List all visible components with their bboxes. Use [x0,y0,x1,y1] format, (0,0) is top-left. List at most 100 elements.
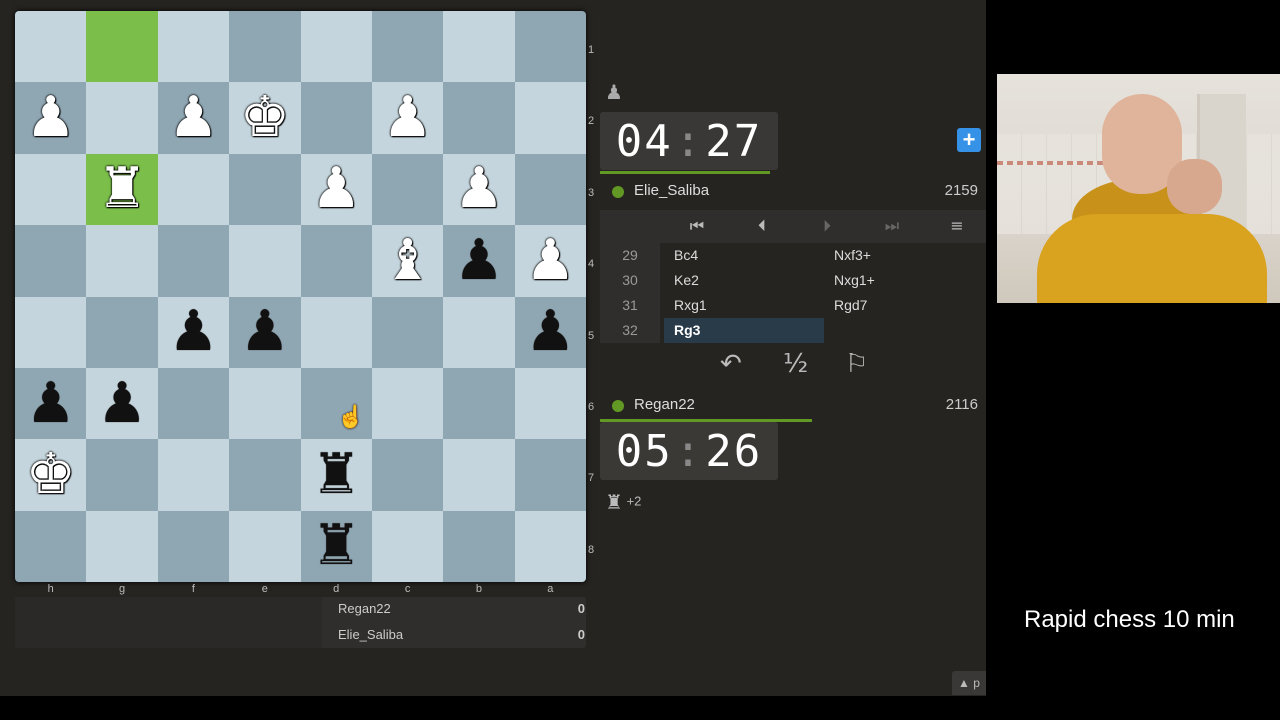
white-rook-g3[interactable]: ♜ [86,154,157,225]
square-c5[interactable] [371,296,444,368]
square-g1[interactable] [86,11,158,83]
black-pawn-b4[interactable]: ♟ [443,225,514,296]
black-pawn-h6[interactable]: ♟ [15,368,86,439]
square-g7[interactable] [86,439,158,511]
square-e1[interactable] [229,11,301,83]
takeback-icon[interactable]: ↶ [720,349,742,379]
square-a7[interactable] [514,439,586,511]
square-f6[interactable] [157,367,230,440]
crosstable-row: Elie_Saliba 0 [338,627,593,642]
square-g2[interactable] [86,82,158,154]
white-pawn-f2[interactable]: ♟ [158,82,229,153]
white-pawn-c2[interactable]: ♟ [372,82,443,153]
crosstable-player-name[interactable]: Elie_Saliba [338,627,403,642]
black-pawn-g6[interactable]: ♟ [86,368,157,439]
square-e7[interactable] [229,439,301,511]
square-h1[interactable] [15,11,87,83]
square-d4[interactable] [300,225,372,297]
next-move-icon[interactable]: ⏵ [812,216,842,236]
square-e6[interactable] [229,367,301,440]
square-d2[interactable] [300,82,372,154]
collapse-button[interactable]: ▲ p [952,671,986,695]
black-rook-d8[interactable]: ♜ [301,511,372,582]
square-h8[interactable] [15,510,87,582]
white-bishop-c4[interactable]: ♝ [372,225,443,296]
white-move[interactable]: Ke2 [664,268,824,293]
square-c6[interactable] [371,367,444,440]
square-a6[interactable] [514,367,586,440]
square-g5[interactable] [86,296,158,368]
crosstable-player-name[interactable]: Regan22 [338,601,391,616]
square-d5[interactable] [300,296,372,368]
online-status-icon [612,400,624,412]
rank-label: 3 [588,186,595,199]
square-c1[interactable] [371,11,444,83]
square-f8[interactable] [157,510,230,582]
black-pawn-f5[interactable]: ♟ [158,297,229,368]
white-king-h7[interactable]: ♚ [15,439,86,510]
square-f1[interactable] [157,11,230,83]
black-move[interactable]: Nxf3+ [824,243,984,268]
prev-move-icon[interactable]: ⏴ [747,216,777,236]
white-king-e2[interactable]: ♚ [229,82,300,153]
square-e3[interactable] [229,153,301,226]
file-label: b [475,583,482,595]
square-b5[interactable] [443,296,515,368]
square-h5[interactable] [15,296,87,368]
menu-icon[interactable]: ≡ [942,216,972,235]
white-move[interactable]: Bc4 [664,243,824,268]
square-a1[interactable] [514,11,586,83]
file-label: c [404,583,411,595]
square-b2[interactable] [443,82,515,154]
offer-draw-button[interactable]: ½ [783,349,808,379]
move-row: 31 Rxg1 Rgd7 [600,293,986,318]
black-pawn-e5[interactable]: ♟ [229,297,300,368]
black-pawn-a5[interactable]: ♟ [515,297,586,368]
square-b8[interactable] [443,510,515,582]
top-player: Elie_Saliba 2159 [600,178,986,204]
square-f7[interactable] [157,439,230,511]
bottom-player: Regan22 2116 [600,392,986,418]
white-pawn-d3[interactable]: ♟ [301,154,372,225]
square-b6[interactable] [443,367,515,440]
square-g8[interactable] [86,510,158,582]
white-move[interactable]: Rxg1 [664,293,824,318]
black-move[interactable] [824,318,984,343]
first-move-icon[interactable]: ⏮ [682,216,712,236]
square-c7[interactable] [371,439,444,511]
white-move-current[interactable]: Rg3 [664,318,824,343]
black-move[interactable]: Rgd7 [824,293,984,318]
white-pawn-b3[interactable]: ♟ [443,154,514,225]
square-h3[interactable] [15,153,87,226]
white-pawn-h2[interactable]: ♟ [15,82,86,153]
square-a2[interactable] [514,82,586,154]
rank-label: 8 [588,543,595,556]
square-a8[interactable] [514,510,586,582]
hand-cursor-icon: ☝ [337,404,365,429]
crosstable-score: 0 [577,627,585,642]
rank-label: 2 [588,115,595,128]
square-a3[interactable] [514,153,586,226]
square-g4[interactable] [86,225,158,297]
square-f4[interactable] [157,225,230,297]
game-controls: ↶ ½ ⚐ [600,345,986,385]
square-d1[interactable] [300,11,372,83]
add-time-button[interactable]: + [957,128,981,152]
square-c8[interactable] [371,510,444,582]
chess-board[interactable]: ♟ ♟ ♚ ♟ ♜ ♟ ♟ ♝ ♟ ♟ ♟ ♟ ♟ ♟ ♟ ♚ ♜ ♜ [15,11,586,582]
square-f3[interactable] [157,153,230,226]
file-label: g [119,583,126,595]
square-h4[interactable] [15,225,87,297]
black-move[interactable]: Nxg1+ [824,268,984,293]
top-player-name[interactable]: Elie_Saliba [634,182,709,199]
resign-flag-icon[interactable]: ⚐ [845,349,868,379]
white-pawn-a4[interactable]: ♟ [515,225,586,296]
square-e8[interactable] [229,510,301,582]
square-e4[interactable] [229,225,301,297]
bottom-player-name[interactable]: Regan22 [634,396,695,413]
square-c3[interactable] [371,153,444,226]
last-move-icon[interactable]: ⏭ [877,216,907,236]
square-b1[interactable] [443,11,515,83]
square-b7[interactable] [443,439,515,511]
black-rook-d7[interactable]: ♜ [301,439,372,510]
